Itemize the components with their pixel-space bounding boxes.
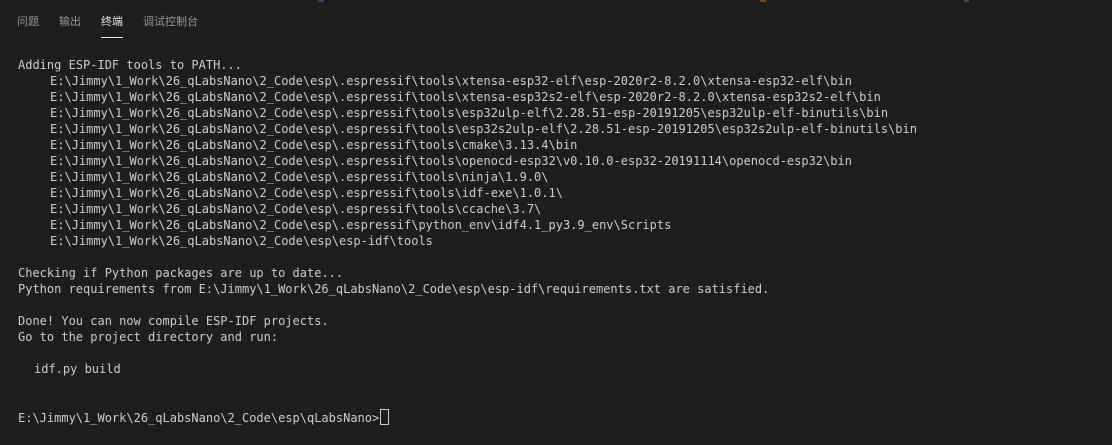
- terminal-path-line: E:\Jimmy\1_Work\26_qLabsNano\2_Code\esp\…: [50, 154, 852, 168]
- scroll-marker: [318, 0, 324, 2]
- terminal-line-check: Checking if Python packages are up to da…: [18, 266, 344, 280]
- terminal-path-line: E:\Jimmy\1_Work\26_qLabsNano\2_Code\esp\…: [50, 106, 889, 120]
- terminal-path-line: E:\Jimmy\1_Work\26_qLabsNano\2_Code\esp\…: [50, 186, 563, 200]
- terminal-path-line: E:\Jimmy\1_Work\26_qLabsNano\2_Code\esp\…: [50, 138, 578, 152]
- terminal-cursor[interactable]: [380, 409, 390, 425]
- terminal-line-header: Adding ESP-IDF tools to PATH...: [18, 58, 242, 72]
- tab-problems[interactable]: 问题: [17, 13, 39, 38]
- terminal-path-line: E:\Jimmy\1_Work\26_qLabsNano\2_Code\esp\…: [50, 74, 852, 88]
- terminal-path-line: E:\Jimmy\1_Work\26_qLabsNano\2_Code\esp\…: [50, 90, 881, 104]
- scroll-marker: [760, 0, 766, 2]
- terminal-path-line: E:\Jimmy\1_Work\26_qLabsNano\2_Code\esp\…: [50, 170, 549, 184]
- terminal-output[interactable]: Adding ESP-IDF tools to PATH... E:\Jimmy…: [18, 57, 1112, 445]
- tab-output[interactable]: 输出: [59, 13, 81, 38]
- terminal-path-line: E:\Jimmy\1_Work\26_qLabsNano\2_Code\esp\…: [50, 122, 917, 136]
- terminal-path-line: E:\Jimmy\1_Work\26_qLabsNano\2_Code\esp\…: [50, 234, 433, 248]
- terminal-prompt-line[interactable]: E:\Jimmy\1_Work\26_qLabsNano\2_Code\esp\…: [18, 409, 1112, 425]
- terminal-path-line: E:\Jimmy\1_Work\26_qLabsNano\2_Code\esp\…: [50, 218, 672, 232]
- terminal-line-goto: Go to the project directory and run:: [18, 330, 279, 344]
- terminal-prompt: E:\Jimmy\1_Work\26_qLabsNano\2_Code\esp\…: [18, 411, 380, 425]
- panel-tab-bar: 问题 输出 终端 调试控制台: [0, 4, 1112, 38]
- scroll-marker: [964, 0, 969, 2]
- editor-top-strip: [0, 0, 1112, 3]
- tab-debug-console[interactable]: 调试控制台: [143, 13, 198, 38]
- terminal-line-done: Done! You can now compile ESP-IDF projec…: [18, 314, 329, 328]
- tab-terminal[interactable]: 终端: [101, 13, 123, 38]
- terminal-line-requirements: Python requirements from E:\Jimmy\1_Work…: [18, 282, 770, 296]
- terminal-path-line: E:\Jimmy\1_Work\26_qLabsNano\2_Code\esp\…: [50, 202, 542, 216]
- terminal-line-command: idf.py build: [34, 362, 121, 376]
